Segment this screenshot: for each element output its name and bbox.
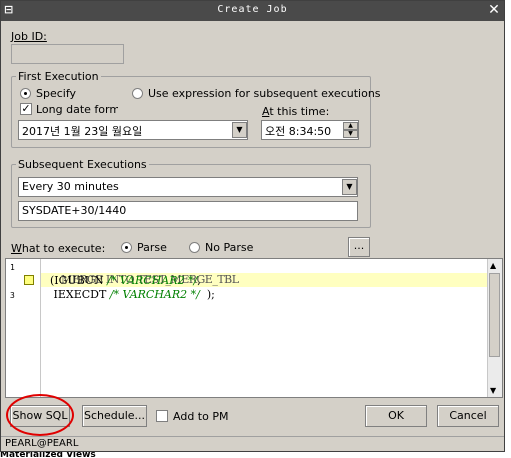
no-parse-radio[interactable] [189,242,200,253]
job-id-field [11,44,124,64]
scroll-up-icon[interactable]: ▲ [490,261,496,270]
parse-label: Parse [137,241,167,254]
status-bar: PEARL@PEARL [1,436,504,452]
cancel-button[interactable]: Cancel [437,405,499,427]
time-value: 오전 8:34:50 [265,125,332,138]
first-execution-title: First Execution [16,70,101,83]
connection-status: PEARL@PEARL [5,438,79,449]
time-spin-up[interactable]: ▲ [343,122,358,130]
more-options-button[interactable]: ... [348,237,370,257]
time-spin-down[interactable]: ▼ [343,130,358,138]
what-to-execute-label: What to execute: [11,242,106,255]
code-line-2-comment: /* VARCHAR2 */ [107,274,198,287]
specify-label: Specify [36,87,77,100]
first-date-picker[interactable]: 2017년 1월 23일 월요일 [18,120,248,140]
parse-radio[interactable] [121,242,132,253]
interval-value: Every 30 minutes [22,180,119,193]
scroll-thumb[interactable] [489,273,500,357]
subsequent-executions-title: Subsequent Executions [16,158,149,171]
code-line-2-text: (IGUBUN [43,274,108,287]
scroll-down-icon[interactable]: ▼ [490,386,496,395]
add-to-pm-label: Add to PM [173,410,229,423]
interval-expression-value: SYSDATE+30/1440 [22,204,127,217]
interval-select[interactable]: Every 30 minutes [18,177,358,197]
code-line-2: (IGUBUN /* VARCHAR2 */, [43,274,201,287]
ok-button[interactable]: OK [365,405,427,427]
use-expression-radio[interactable] [132,88,143,99]
schedule-button[interactable]: Schedule... [82,405,147,427]
no-parse-label: No Parse [205,241,254,254]
bookmark-icon [24,275,34,285]
editor-scrollbar[interactable]: ▲ ▼ [487,259,502,397]
close-icon[interactable]: ✕ [487,3,501,17]
code-line-3: IEXECDT /* VARCHAR2 */ ); [43,288,215,301]
code-line-3-end: ); [199,288,215,301]
editor-gutter: 1 3 [6,259,41,397]
window-title: Create Job [217,4,288,15]
at-this-time-label: At this time: [262,105,330,118]
specify-radio[interactable] [20,88,31,99]
date-dropdown-button[interactable]: ▼ [232,122,247,138]
red-highlight-circle [6,394,74,436]
code-line-3-text: IEXECDT [43,288,110,301]
create-job-dialog: ⊟ Create Job ✕ Job ID: First Execution S… [0,0,505,452]
use-expression-label: Use expression for subsequent executions [148,87,381,100]
long-date-checkbox[interactable]: ✓ [20,103,32,115]
line-number: 1 [10,263,15,272]
interval-dropdown-button[interactable]: ▼ [342,179,357,195]
code-line-3-comment: /* VARCHAR2 */ [109,288,200,301]
first-date-value: 2017년 1월 23일 월요일 [22,125,143,138]
line-number: 3 [10,291,15,300]
sql-editor[interactable]: 1 3 MERGE INTO TEST_MERGE_TBL (IGUBUN /*… [5,258,503,398]
long-date-label: Long date format [36,103,118,116]
background-materialized-views: Materialized Views [0,452,511,458]
interval-expression-input[interactable]: SYSDATE+30/1440 [18,201,358,221]
title-bar[interactable]: ⊟ Create Job ✕ [1,1,504,21]
background-strip [505,0,511,458]
code-line-2-end: , [197,274,201,287]
job-id-label: Job ID: [11,30,47,43]
add-to-pm-checkbox[interactable] [156,410,168,422]
